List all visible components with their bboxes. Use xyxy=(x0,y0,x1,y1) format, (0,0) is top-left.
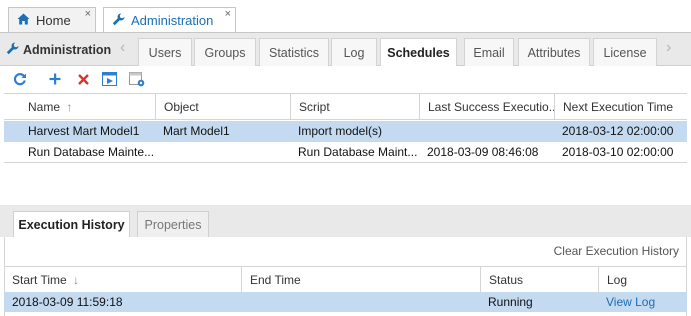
column-header-name[interactable]: Name ↑ xyxy=(20,94,155,120)
column-header-end-time[interactable]: End Time xyxy=(241,267,480,293)
tab-administration-label: Administration xyxy=(131,13,214,28)
bottom-panel-tabs: Execution History Properties xyxy=(0,205,691,237)
chevron-right-icon[interactable]: › xyxy=(666,39,671,57)
schedule-settings-icon[interactable] xyxy=(129,71,145,87)
toolbar xyxy=(0,66,691,93)
view-log-link[interactable]: View Log xyxy=(598,292,687,312)
tab-administration[interactable]: Administration × xyxy=(103,7,236,33)
table-row[interactable]: Run Database Mainte... Run Database Main… xyxy=(4,142,687,163)
home-icon xyxy=(17,13,30,28)
admin-section-tabs: Administration ‹ Users Groups Statistics… xyxy=(0,33,691,67)
close-icon[interactable]: × xyxy=(225,8,231,20)
tab-schedules[interactable]: Schedules xyxy=(380,38,457,67)
run-icon[interactable] xyxy=(101,71,117,87)
tab-statistics[interactable]: Statistics xyxy=(259,38,329,66)
sort-descending-icon: ↓ xyxy=(73,273,80,287)
sort-ascending-icon: ↑ xyxy=(66,100,73,114)
column-header-log[interactable]: Log xyxy=(598,267,687,293)
wrench-icon xyxy=(112,13,125,29)
column-header-last-success[interactable]: Last Success Executio... xyxy=(419,94,554,120)
tab-email[interactable]: Email xyxy=(464,38,514,66)
column-header-object[interactable]: Object xyxy=(155,94,290,120)
wrench-icon xyxy=(6,42,19,58)
tab-execution-history[interactable]: Execution History xyxy=(13,211,130,237)
app-tab-strip: Home × Administration × xyxy=(0,0,691,33)
tab-home-label: Home xyxy=(36,12,71,28)
column-header-status[interactable]: Status xyxy=(480,267,598,293)
table-row[interactable]: 2018-03-09 11:59:18 Running View Log xyxy=(4,292,687,312)
column-header-start-time[interactable]: Start Time ↓ xyxy=(4,267,241,293)
refresh-icon[interactable] xyxy=(12,71,28,87)
tab-log[interactable]: Log xyxy=(331,38,377,66)
clear-execution-history-button[interactable]: Clear Execution History xyxy=(554,244,679,258)
tab-properties[interactable]: Properties xyxy=(137,211,209,237)
tab-license[interactable]: License xyxy=(593,38,657,66)
schedules-grid-header: Name ↑ Object Script Last Success Execut… xyxy=(4,93,687,120)
execution-history-header: Start Time ↓ End Time Status Log xyxy=(4,266,687,293)
tab-attributes[interactable]: Attributes xyxy=(518,38,590,66)
column-header-script[interactable]: Script xyxy=(290,94,419,120)
section-title: Administration xyxy=(6,42,111,58)
delete-icon[interactable] xyxy=(75,71,91,87)
table-row[interactable]: Harvest Mart Model1 Mart Model1 Import m… xyxy=(4,121,687,142)
add-icon[interactable] xyxy=(47,71,63,87)
tab-users[interactable]: Users xyxy=(138,38,192,66)
close-icon[interactable]: × xyxy=(85,8,91,20)
tab-home[interactable]: Home × xyxy=(8,7,96,32)
column-header-next-execution[interactable]: Next Execution Time xyxy=(554,94,687,120)
divider xyxy=(4,162,687,163)
tab-groups[interactable]: Groups xyxy=(194,38,256,66)
chevron-left-icon[interactable]: ‹ xyxy=(120,39,125,57)
